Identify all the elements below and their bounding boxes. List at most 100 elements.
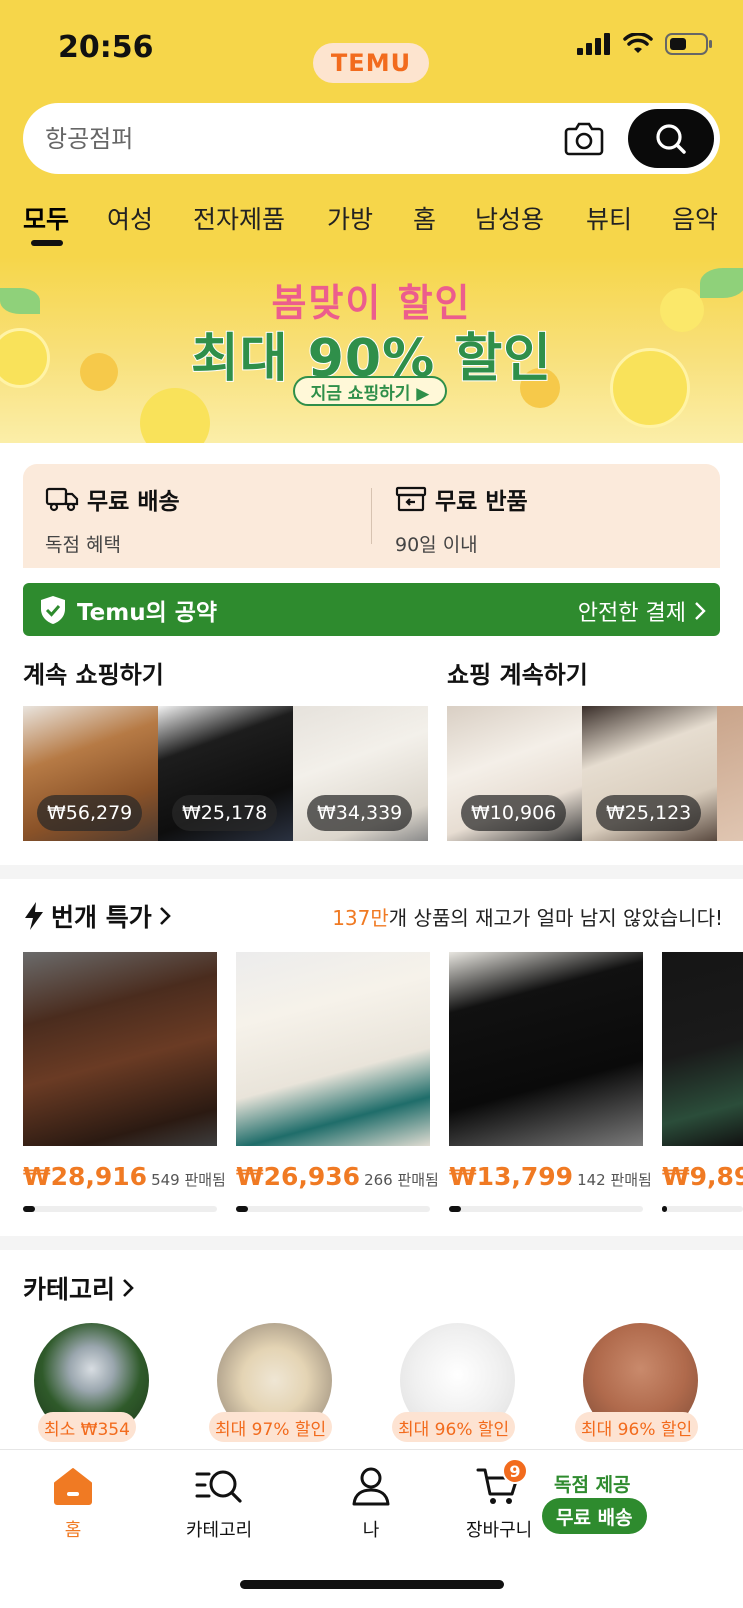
stock-count: 137만 bbox=[332, 906, 389, 930]
search-input[interactable] bbox=[45, 103, 525, 174]
section-gap bbox=[0, 865, 743, 879]
chevron-right-icon bbox=[695, 602, 706, 620]
flash-deals-note: 137만개 상품의 재고가 얼마 남지 않았습니다! bbox=[332, 902, 723, 931]
flower-decoration bbox=[140, 388, 210, 443]
product-thumbnail[interactable]: ₩25,178 bbox=[158, 706, 293, 841]
chevron-right-icon bbox=[123, 1279, 134, 1297]
categories-link[interactable]: 카테고리 bbox=[23, 1270, 135, 1306]
home-indicator bbox=[240, 1580, 504, 1589]
price-pill: ₩25,178 bbox=[172, 795, 278, 831]
banner-shop-now-button[interactable]: 지금 쇼핑하기 ▶ bbox=[293, 376, 447, 406]
logo-text: TEMU bbox=[330, 49, 412, 77]
camera-icon[interactable] bbox=[563, 119, 605, 159]
nav-me[interactable]: 나 bbox=[350, 1466, 392, 1542]
stock-progress-bar bbox=[236, 1206, 430, 1212]
search-icon bbox=[656, 123, 686, 154]
stock-progress-bar bbox=[23, 1206, 217, 1212]
tab-beauty[interactable]: 뷰티 bbox=[586, 200, 672, 250]
tab-home[interactable]: 홈 bbox=[413, 200, 475, 250]
tab-men[interactable]: 남성용 bbox=[475, 200, 586, 250]
sold-count: 549 판매됨 bbox=[151, 1171, 226, 1189]
stock-progress-fill bbox=[23, 1206, 35, 1212]
product-thumbnail[interactable]: ₩10,906 bbox=[447, 706, 582, 841]
safe-payment-link: 안전한 결제 bbox=[577, 601, 686, 626]
section-gap bbox=[0, 1236, 743, 1250]
shield-check-icon bbox=[41, 596, 65, 624]
temu-logo[interactable]: TEMU bbox=[313, 43, 429, 83]
resume-shopping-title: 쇼핑 계속하기 bbox=[447, 661, 588, 689]
tab-active-indicator bbox=[31, 240, 63, 246]
continue-shopping-title: 계속 쇼핑하기 bbox=[23, 661, 164, 689]
product-thumbnail[interactable] bbox=[717, 706, 743, 841]
divider bbox=[371, 488, 372, 544]
search-button[interactable] bbox=[628, 109, 714, 168]
home-icon bbox=[54, 1468, 92, 1505]
sold-count: 266 판매됨 bbox=[364, 1171, 439, 1189]
benefits-card[interactable]: 무료 배송 독점 혜택 무료 반품 90일 이내 bbox=[23, 464, 720, 568]
temu-pledge-bar[interactable]: Temu의 공약 안전한 결제 bbox=[23, 583, 720, 636]
categories-title: 카테고리 bbox=[23, 1275, 116, 1304]
battery-icon bbox=[665, 33, 712, 55]
stock-progress-fill bbox=[236, 1206, 248, 1212]
price-pill: ₩10,906 bbox=[461, 795, 567, 831]
free-shipping-benefit[interactable]: 무료 배송 독점 혜택 bbox=[45, 482, 180, 557]
category-discount-badge: 최대 96% 할인 bbox=[392, 1412, 516, 1442]
tab-electronics[interactable]: 전자제품 bbox=[193, 200, 327, 250]
flash-deal-price: ₩28,916 549 판매됨 bbox=[23, 1162, 226, 1191]
category-discount-badge: 최소 ₩354 bbox=[38, 1412, 136, 1442]
tab-label: 남성용 bbox=[475, 205, 545, 234]
signal-icon bbox=[577, 33, 610, 55]
benefit-title: 무료 배송 bbox=[87, 489, 180, 515]
stock-progress-fill bbox=[449, 1206, 461, 1212]
free-shipping-pill[interactable]: 무료 배송 bbox=[542, 1498, 647, 1534]
tab-label: 홈 bbox=[413, 205, 437, 234]
chevron-right-icon bbox=[159, 907, 171, 925]
stock-text: 개 상품의 재고가 얼마 남지 않았습니다! bbox=[388, 906, 723, 930]
benefit-subtitle: 독점 혜택 bbox=[45, 534, 121, 556]
status-bar: 20:56 TEMU bbox=[0, 28, 743, 83]
tab-music[interactable]: 음악 bbox=[672, 200, 732, 250]
price-pill: ₩56,279 bbox=[37, 795, 143, 831]
tab-bags[interactable]: 가방 bbox=[327, 200, 413, 250]
stock-progress-bar bbox=[449, 1206, 643, 1212]
tab-label: 전자제품 bbox=[193, 205, 286, 234]
tab-all[interactable]: 모두 bbox=[23, 200, 107, 250]
search-bar bbox=[23, 103, 720, 174]
price: ₩9,89 bbox=[662, 1162, 743, 1191]
flash-deals-title: 번개 특가 bbox=[51, 903, 152, 932]
nav-home[interactable]: 홈 bbox=[52, 1466, 94, 1542]
exclusive-offer-label: 독점 제공 bbox=[554, 1474, 631, 1496]
price: ₩26,936 bbox=[236, 1162, 361, 1191]
flash-deal-price: ₩9,89 bbox=[662, 1162, 743, 1191]
flash-deal-image[interactable] bbox=[236, 952, 430, 1146]
nav-label: 홈 bbox=[64, 1520, 82, 1541]
benefit-title: 무료 반품 bbox=[435, 489, 528, 515]
product-thumbnail[interactable]: ₩25,123 bbox=[582, 706, 717, 841]
flash-deal-image[interactable] bbox=[449, 952, 643, 1146]
product-thumbnail[interactable]: ₩56,279 bbox=[23, 706, 158, 841]
flash-deals-link[interactable]: 번개 특가 bbox=[23, 898, 172, 934]
nav-category[interactable]: 카테고리 bbox=[186, 1466, 252, 1542]
stock-progress-bar bbox=[662, 1206, 743, 1212]
free-returns-benefit[interactable]: 무료 반품 90일 이내 bbox=[395, 482, 528, 557]
flash-deal-price: ₩13,799 142 판매됨 bbox=[449, 1162, 652, 1191]
stock-progress-fill bbox=[662, 1206, 667, 1212]
nav-label: 나 bbox=[362, 1520, 380, 1541]
promo-banner[interactable]: 봄맞이 할인 최대 90% 할인 지금 쇼핑하기 ▶ bbox=[0, 258, 743, 443]
price-pill: ₩25,123 bbox=[596, 795, 702, 831]
pledge-title: Temu의 공약 bbox=[77, 600, 218, 626]
status-icons bbox=[577, 32, 713, 56]
flash-deal-image[interactable] bbox=[662, 952, 743, 1146]
status-time: 20:56 bbox=[58, 30, 154, 65]
price: ₩28,916 bbox=[23, 1162, 148, 1191]
flash-deals-header: 번개 특가 137만개 상품의 재고가 얼마 남지 않았습니다! bbox=[23, 898, 723, 938]
return-box-icon bbox=[395, 486, 427, 512]
flash-deal-image[interactable] bbox=[23, 952, 217, 1146]
tab-label: 가방 bbox=[327, 205, 374, 234]
category-discount-badge: 최대 97% 할인 bbox=[209, 1412, 333, 1442]
benefit-subtitle: 90일 이내 bbox=[395, 534, 478, 556]
tab-women[interactable]: 여성 bbox=[107, 200, 193, 250]
product-thumbnail[interactable]: ₩34,339 bbox=[293, 706, 428, 841]
tab-label: 음악 bbox=[672, 205, 719, 234]
tab-label: 뷰티 bbox=[586, 205, 633, 234]
